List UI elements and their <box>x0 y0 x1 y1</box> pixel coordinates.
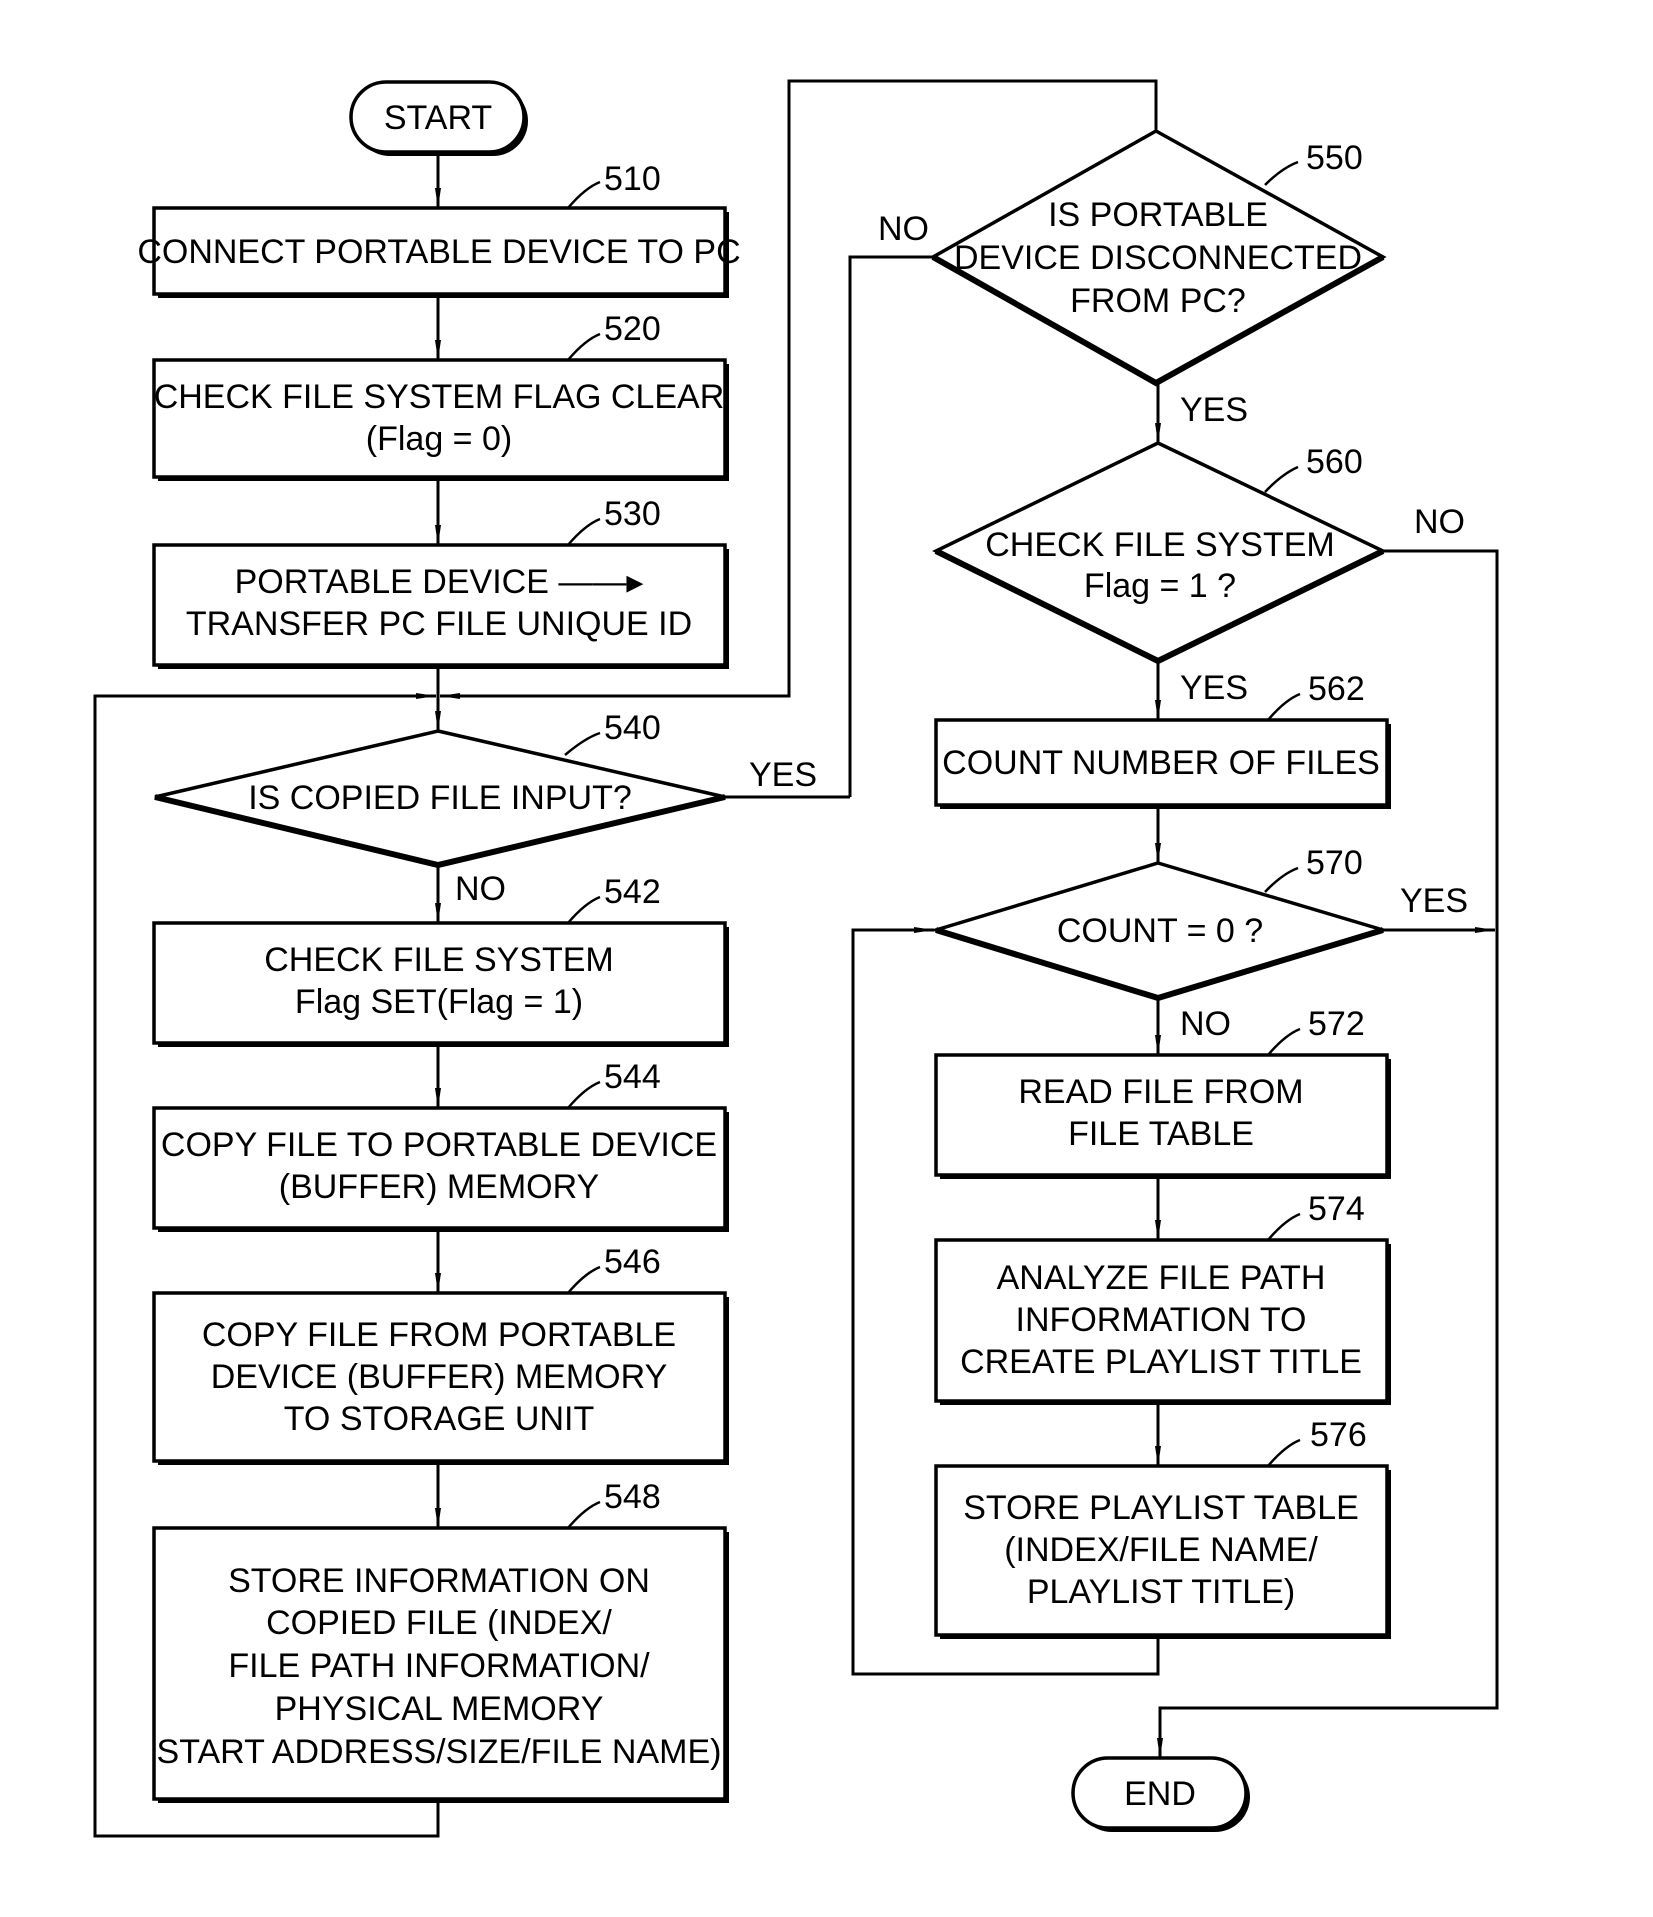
box-530-line-2: TRANSFER PC FILE UNIQUE ID <box>186 605 692 643</box>
start-text: START <box>384 99 492 137</box>
box-562-line-1: COUNT NUMBER OF FILES <box>942 744 1380 782</box>
ref-562: 562 <box>1308 670 1365 708</box>
leader-572 <box>1267 1027 1301 1056</box>
diamond-550-line-3: FROM PC? <box>1070 282 1246 320</box>
box-548-line-3: FILE PATH INFORMATION/ <box>228 1647 650 1685</box>
diamond-550-line-2: DEVICE DISCONNECTED <box>954 239 1362 277</box>
ref-548: 548 <box>604 1478 661 1516</box>
box-548-line-2: COPIED FILE (INDEX/ <box>266 1604 612 1642</box>
box-574-line-1: ANALYZE FILE PATH <box>997 1259 1326 1297</box>
ref-546: 546 <box>604 1243 661 1281</box>
ref-530: 530 <box>604 495 661 533</box>
box-546-line-3: TO STORAGE UNIT <box>284 1400 594 1438</box>
label-560-no: NO <box>1414 503 1465 541</box>
box-544-line-2: (BUFFER) MEMORY <box>279 1168 599 1206</box>
leader-548 <box>567 1500 601 1529</box>
node-562: COUNT NUMBER OF FILES 562 <box>934 670 1391 809</box>
leader-510 <box>567 180 601 209</box>
node-544: COPY FILE TO PORTABLE DEVICE (BUFFER) ME… <box>152 1058 729 1232</box>
ref-550: 550 <box>1306 139 1363 177</box>
label-560-yes: YES <box>1180 669 1248 707</box>
box-520-line-1: CHECK FILE SYSTEM FLAG CLEAR <box>154 378 725 416</box>
label-550-yes: YES <box>1180 391 1248 429</box>
node-560: CHECK FILE SYSTEM Flag = 1 ? 560 NO YES <box>932 441 1465 707</box>
node-end: END <box>1071 1756 1250 1832</box>
box-548-line-1: STORE INFORMATION ON <box>228 1562 650 1600</box>
box-546-line-1: COPY FILE FROM PORTABLE <box>202 1316 676 1354</box>
box-574-line-2: INFORMATION TO <box>1016 1301 1307 1339</box>
leader-520 <box>567 332 601 361</box>
leader-542 <box>567 895 601 924</box>
flowchart-canvas: START CONNECT PORTABLE DEVICE TO PC 510 … <box>93 79 1499 1838</box>
ref-576: 576 <box>1310 1416 1367 1454</box>
node-572: READ FILE FROM FILE TABLE 572 <box>934 1005 1391 1179</box>
ref-570: 570 <box>1306 844 1363 882</box>
ref-544: 544 <box>604 1058 661 1096</box>
leader-576 <box>1267 1438 1301 1467</box>
node-548: STORE INFORMATION ON COPIED FILE (INDEX/… <box>152 1478 729 1803</box>
diamond-550-line-1: IS PORTABLE <box>1048 196 1268 234</box>
node-start: START <box>349 80 528 156</box>
box-572-line-2: FILE TABLE <box>1068 1115 1254 1153</box>
ref-540: 540 <box>604 709 661 747</box>
box-542-line-2: Flag SET(Flag = 1) <box>295 983 583 1021</box>
box-546-line-2: DEVICE (BUFFER) MEMORY <box>211 1358 668 1396</box>
box-572-line-1: READ FILE FROM <box>1018 1073 1303 1111</box>
diamond-560-line-1: CHECK FILE SYSTEM <box>985 526 1335 564</box>
leader-540 <box>564 731 601 756</box>
leader-544 <box>567 1080 601 1109</box>
box-520-line-2: (Flag = 0) <box>366 420 512 458</box>
box-576-line-3: PLAYLIST TITLE) <box>1027 1573 1295 1611</box>
leader-546 <box>567 1265 601 1294</box>
leader-570 <box>1264 866 1299 893</box>
ref-520: 520 <box>604 310 661 348</box>
ref-574: 574 <box>1308 1190 1365 1228</box>
node-542: CHECK FILE SYSTEM Flag SET(Flag = 1) 542 <box>152 873 729 1047</box>
node-570: COUNT = 0 ? 570 YES NO <box>929 844 1468 1043</box>
leader-560 <box>1264 465 1299 493</box>
node-546: COPY FILE FROM PORTABLE DEVICE (BUFFER) … <box>152 1243 729 1465</box>
box-544-line-1: COPY FILE TO PORTABLE DEVICE <box>161 1126 717 1164</box>
diamond-570-text: COUNT = 0 ? <box>1057 912 1263 950</box>
box-530-line-1: PORTABLE DEVICE ——▸ <box>235 563 644 601</box>
node-530: PORTABLE DEVICE ——▸ TRANSFER PC FILE UNI… <box>152 495 729 669</box>
node-540: IS COPIED FILE INPUT? 540 YES NO <box>154 709 817 908</box>
label-540-no: NO <box>455 870 506 908</box>
leader-530 <box>567 517 601 546</box>
ref-572: 572 <box>1308 1005 1365 1043</box>
node-550: IS PORTABLE DEVICE DISCONNECTED FROM PC?… <box>878 128 1387 429</box>
box-510-line-1: CONNECT PORTABLE DEVICE TO PC <box>137 233 740 271</box>
node-520: CHECK FILE SYSTEM FLAG CLEAR (Flag = 0) … <box>152 310 729 481</box>
box-548-line-5: START ADDRESS/SIZE/FILE NAME) <box>157 1733 722 1771</box>
diamond-540-text: IS COPIED FILE INPUT? <box>248 779 632 817</box>
box-542-line-1: CHECK FILE SYSTEM <box>264 941 614 979</box>
leader-550 <box>1264 160 1299 186</box>
label-550-no: NO <box>878 210 929 248</box>
node-576: STORE PLAYLIST TABLE (INDEX/FILE NAME/ P… <box>934 1416 1391 1639</box>
ref-510: 510 <box>604 160 661 198</box>
end-text: END <box>1124 1775 1196 1813</box>
ref-560: 560 <box>1306 443 1363 481</box>
box-576-line-2: (INDEX/FILE NAME/ <box>1004 1531 1318 1569</box>
diamond-560-line-2: Flag = 1 ? <box>1084 567 1236 605</box>
label-570-yes: YES <box>1400 882 1468 920</box>
leader-574 <box>1267 1212 1301 1241</box>
box-548-line-4: PHYSICAL MEMORY <box>275 1690 604 1728</box>
label-570-no: NO <box>1180 1005 1231 1043</box>
edge-550-no-loop <box>848 255 933 797</box>
label-540-yes: YES <box>749 756 817 794</box>
node-574: ANALYZE FILE PATH INFORMATION TO CREATE … <box>934 1190 1391 1405</box>
box-574-line-3: CREATE PLAYLIST TITLE <box>960 1343 1362 1381</box>
leader-562 <box>1267 692 1301 721</box>
box-576-line-1: STORE PLAYLIST TABLE <box>963 1489 1359 1527</box>
ref-542: 542 <box>604 873 661 911</box>
